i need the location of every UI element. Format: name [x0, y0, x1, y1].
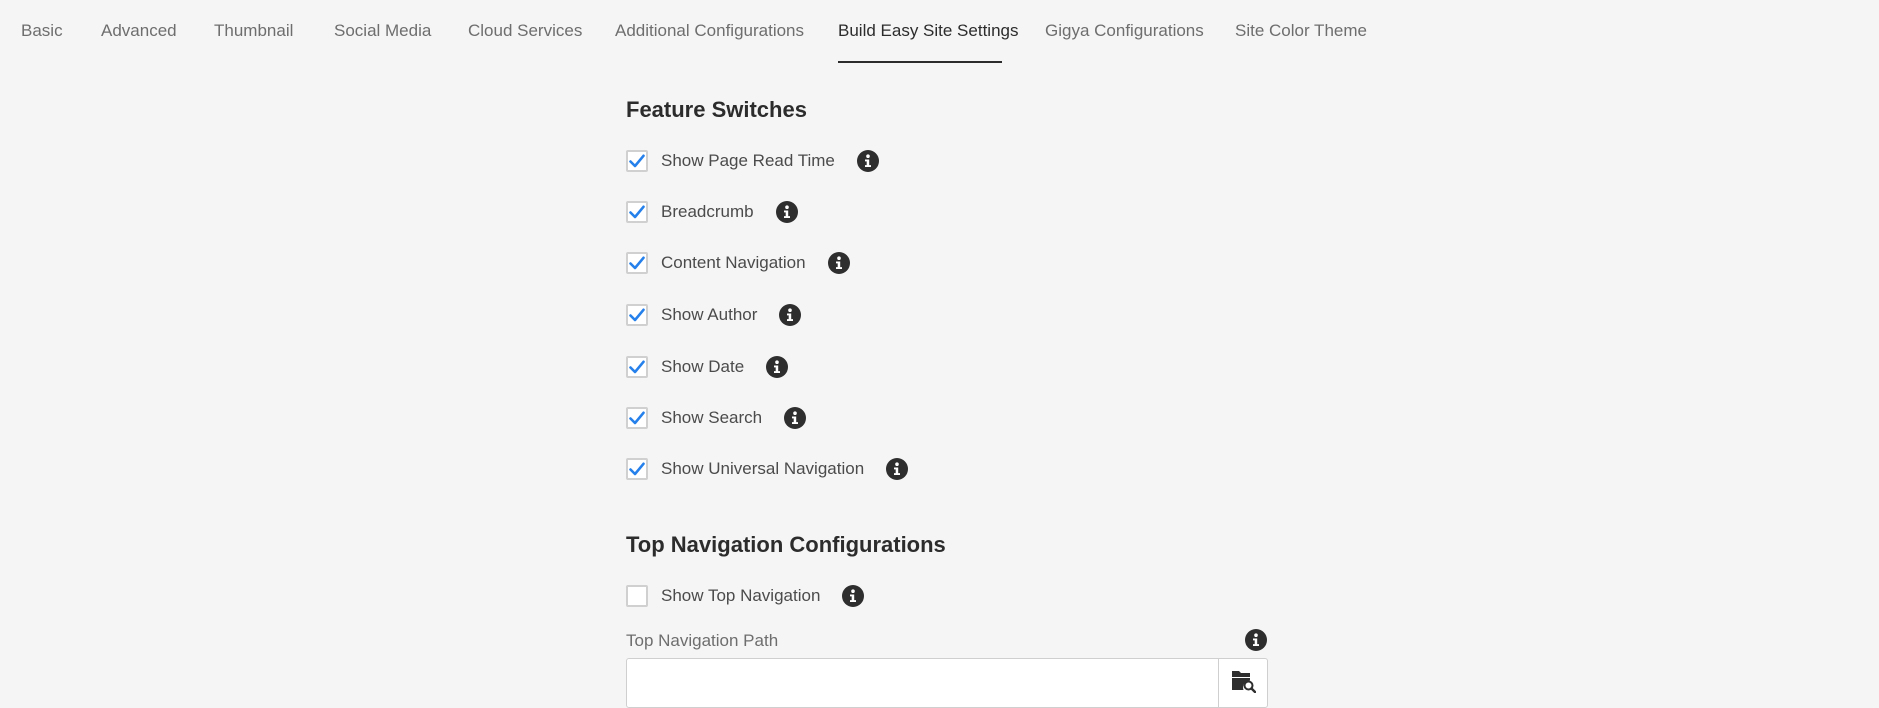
show-author-label: Show Author — [661, 305, 758, 324]
feature-switch-row-show-date: Show Date — [626, 355, 789, 379]
tab-additional-configurations[interactable]: Additional Configurations — [615, 20, 804, 42]
feature-switch-row-show-search: Show Search — [626, 406, 807, 430]
show-date-label: Show Date — [661, 357, 745, 376]
checkmark-icon — [629, 462, 645, 476]
info-icon[interactable] — [1245, 629, 1267, 651]
show-search-checkbox[interactable] — [626, 407, 648, 429]
show-search-label: Show Search — [661, 408, 763, 427]
feature-switch-row-show-page-read-time: Show Page Read Time — [626, 149, 879, 173]
feature-switch-row-breadcrumb: Breadcrumb — [626, 200, 798, 224]
tab-cloud-services[interactable]: Cloud Services — [468, 20, 582, 42]
top-navigation-path-input[interactable] — [626, 658, 1219, 708]
tab-gigya-configurations[interactable]: Gigya Configurations — [1045, 20, 1204, 42]
info-icon[interactable] — [842, 585, 865, 607]
feature-switches-heading: Feature Switches — [626, 97, 807, 122]
info-icon[interactable] — [775, 201, 798, 223]
tab-build-easy-site-settings[interactable]: Build Easy Site Settings — [838, 20, 1018, 42]
info-icon[interactable] — [784, 407, 807, 429]
tab-site-color-theme[interactable]: Site Color Theme — [1235, 20, 1367, 42]
breadcrumb-checkbox[interactable] — [626, 201, 648, 223]
show-top-navigation-row: Show Top Navigation — [626, 584, 865, 608]
top-navigation-path-label: Top Navigation Path — [626, 631, 779, 650]
show-universal-navigation-checkbox[interactable] — [626, 458, 648, 480]
feature-switch-row-show-universal-navigation: Show Universal Navigation — [626, 457, 909, 481]
show-top-navigation-checkbox[interactable] — [626, 585, 648, 607]
checkmark-icon — [629, 360, 645, 374]
feature-switch-row-content-navigation: Content Navigation — [626, 251, 850, 275]
checkmark-icon — [629, 308, 645, 322]
content-navigation-label: Content Navigation — [661, 253, 806, 272]
show-date-checkbox[interactable] — [626, 356, 648, 378]
info-icon[interactable] — [827, 252, 850, 274]
tab-basic[interactable]: Basic — [21, 20, 63, 42]
tab-thumbnail[interactable]: Thumbnail — [214, 20, 293, 42]
feature-switch-row-show-author: Show Author — [626, 303, 802, 327]
top-navigation-heading: Top Navigation Configurations — [626, 532, 946, 557]
breadcrumb-label: Breadcrumb — [661, 202, 754, 221]
show-page-read-time-label: Show Page Read Time — [661, 151, 835, 170]
info-icon[interactable] — [779, 304, 802, 326]
checkmark-icon — [629, 256, 645, 270]
folder-search-icon — [1230, 669, 1257, 698]
checkmark-icon — [629, 411, 645, 425]
info-icon[interactable] — [856, 150, 879, 172]
checkmark-icon — [629, 154, 645, 168]
checkmark-icon — [629, 205, 645, 219]
path-picker-button[interactable] — [1218, 658, 1268, 708]
tab-advanced[interactable]: Advanced — [101, 20, 177, 42]
show-top-navigation-label: Show Top Navigation — [661, 586, 821, 605]
active-tab-indicator — [838, 61, 1002, 63]
content-navigation-checkbox[interactable] — [626, 252, 648, 274]
info-icon[interactable] — [886, 458, 909, 480]
show-page-read-time-checkbox[interactable] — [626, 150, 648, 172]
show-author-checkbox[interactable] — [626, 304, 648, 326]
tab-bar: Basic Advanced Thumbnail Social Media Cl… — [0, 0, 1879, 64]
show-universal-navigation-label: Show Universal Navigation — [661, 459, 865, 478]
tab-social-media[interactable]: Social Media — [334, 20, 431, 42]
info-icon[interactable] — [766, 356, 789, 378]
